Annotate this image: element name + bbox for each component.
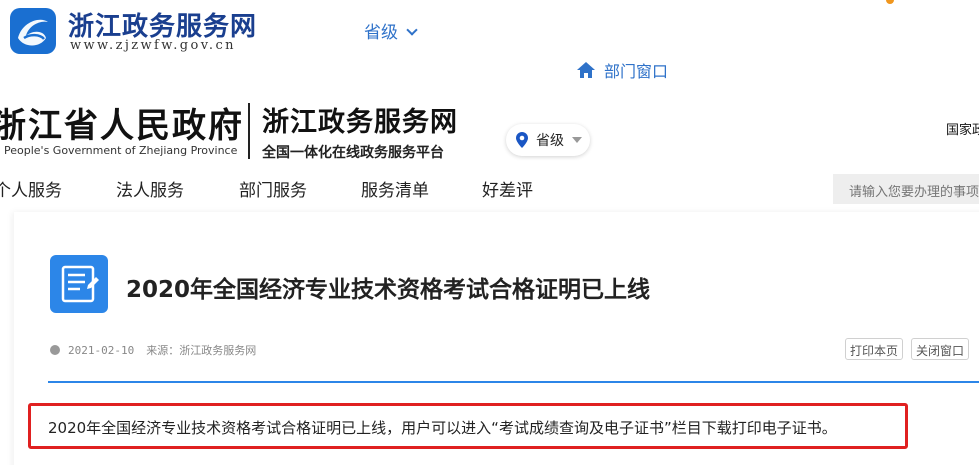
nav-item-service-list[interactable]: 服务清单 (361, 176, 429, 201)
dept-window-label: 部门窗口 (604, 62, 669, 81)
article-meta: 2021-02-10 来源：浙江政务服务网 (50, 342, 256, 358)
dept-window-link[interactable]: 部门窗口 (576, 58, 668, 82)
national-link[interactable]: 国家政 (946, 119, 979, 138)
article-source: 来源：浙江政务服务网 (146, 344, 257, 357)
region-switch[interactable]: 省级 (364, 18, 418, 43)
top-bar: 浙江政务服务网 www.zjzwfw.gov.cn 省级 (0, 0, 979, 62)
home-icon (577, 62, 595, 78)
region-select[interactable]: 省级 (506, 124, 590, 156)
print-button[interactable]: 打印本页 (845, 338, 904, 360)
close-window-button[interactable]: 关闭窗口 (911, 338, 970, 360)
zj-logo-icon[interactable] (10, 8, 56, 54)
nav-item-legal[interactable]: 法人服务 (116, 176, 184, 201)
notification-dot (886, 0, 894, 4)
site-subtitle: 全国一体化在线政务服务平台 (262, 145, 444, 161)
location-pin-icon (516, 132, 528, 148)
site-name[interactable]: 浙江政务服务网 (262, 100, 458, 139)
title-divider (48, 381, 979, 383)
article-title: 2020年全国经济专业技术资格考试合格证明已上线 (126, 277, 651, 303)
gov-name[interactable]: 浙江省人民政府 (0, 98, 244, 147)
caret-down-icon (572, 137, 582, 143)
region-select-label: 省级 (536, 133, 564, 149)
region-label: 省级 (364, 23, 398, 43)
gov-name-en: People's Government of Zhejiang Province (4, 144, 238, 157)
nav-item-department[interactable]: 部门服务 (239, 176, 307, 201)
article-body: 2020年全国经济专业技术资格考试合格证明已上线，用户可以进入“考试成绩查询及电… (48, 419, 837, 437)
header-divider (248, 103, 250, 159)
article-date: 2021-02-10 (68, 343, 135, 357)
search-input[interactable] (833, 174, 979, 204)
nav-item-rating[interactable]: 好差评 (482, 176, 533, 201)
brand-url: www.zjzwfw.gov.cn (70, 38, 236, 53)
nav-item-personal[interactable]: 个人服务 (0, 176, 62, 201)
chevron-down-icon (406, 24, 418, 36)
document-icon (50, 255, 108, 313)
clock-icon (50, 345, 60, 355)
